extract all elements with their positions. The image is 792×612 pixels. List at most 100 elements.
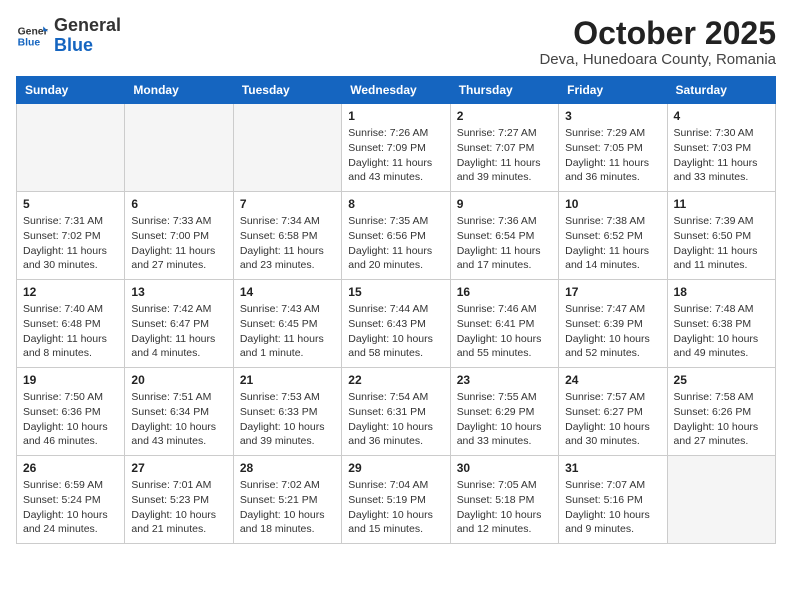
- logo-icon: General Blue: [16, 20, 48, 52]
- day-number: 24: [565, 373, 660, 387]
- day-info: Sunrise: 7:53 AM Sunset: 6:33 PM Dayligh…: [240, 390, 335, 449]
- day-number: 25: [674, 373, 769, 387]
- day-header: Wednesday: [342, 77, 450, 104]
- day-info: Sunrise: 7:47 AM Sunset: 6:39 PM Dayligh…: [565, 302, 660, 361]
- day-number: 14: [240, 285, 335, 299]
- logo: General Blue General Blue: [16, 16, 121, 56]
- day-info: Sunrise: 7:07 AM Sunset: 5:16 PM Dayligh…: [565, 478, 660, 537]
- calendar-cell: 26 Sunrise: 6:59 AM Sunset: 5:24 PM Dayli…: [17, 456, 125, 544]
- day-number: 7: [240, 197, 335, 211]
- header: General Blue General Blue October 2025 D…: [16, 16, 776, 68]
- calendar-cell: 22Sunrise: 7:54 AM Sunset: 6:31 PM Dayli…: [342, 368, 450, 456]
- logo-general-text: General: [54, 15, 121, 35]
- calendar-cell: 11 Sunrise: 7:39 AM Sunset: 6:50 PM Dayli…: [667, 192, 775, 280]
- calendar-cell: 6 Sunrise: 7:33 AM Sunset: 7:00 PM Daylig…: [125, 192, 233, 280]
- day-info: Sunrise: 7:34 AM Sunset: 6:58 PM Dayligh…: [240, 214, 335, 273]
- day-info: Sunrise: 7:40 AM Sunset: 6:48 PM Dayligh…: [23, 302, 118, 361]
- week-row: 26 Sunrise: 6:59 AM Sunset: 5:24 PM Dayli…: [17, 456, 776, 544]
- calendar-cell: 16Sunrise: 7:46 AM Sunset: 6:41 PM Dayli…: [450, 280, 558, 368]
- day-info: Sunrise: 7:33 AM Sunset: 7:00 PM Dayligh…: [131, 214, 226, 273]
- calendar-cell: 5 Sunrise: 7:31 AM Sunset: 7:02 PM Daylig…: [17, 192, 125, 280]
- day-info: Sunrise: 7:29 AM Sunset: 7:05 PM Dayligh…: [565, 126, 660, 185]
- week-row: 12 Sunrise: 7:40 AM Sunset: 6:48 PM Dayli…: [17, 280, 776, 368]
- day-number: 4: [674, 109, 769, 123]
- month-title: October 2025: [539, 16, 776, 51]
- logo-blue-text: Blue: [54, 35, 93, 55]
- day-info: Sunrise: 7:57 AM Sunset: 6:27 PM Dayligh…: [565, 390, 660, 449]
- day-number: 11: [674, 197, 769, 211]
- day-info: Sunrise: 7:26 AM Sunset: 7:09 PM Dayligh…: [348, 126, 443, 185]
- week-row: 19 Sunrise: 7:50 AM Sunset: 6:36 PM Dayli…: [17, 368, 776, 456]
- day-info: Sunrise: 7:55 AM Sunset: 6:29 PM Dayligh…: [457, 390, 552, 449]
- calendar-cell: [125, 104, 233, 192]
- calendar-cell: 2 Sunrise: 7:27 AM Sunset: 7:07 PM Daylig…: [450, 104, 558, 192]
- day-info: Sunrise: 7:42 AM Sunset: 6:47 PM Dayligh…: [131, 302, 226, 361]
- day-number: 18: [674, 285, 769, 299]
- day-header: Friday: [559, 77, 667, 104]
- calendar-cell: 17 Sunrise: 7:47 AM Sunset: 6:39 PM Dayli…: [559, 280, 667, 368]
- day-number: 5: [23, 197, 118, 211]
- day-number: 20: [131, 373, 226, 387]
- day-info: Sunrise: 7:02 AM Sunset: 5:21 PM Dayligh…: [240, 478, 335, 537]
- day-number: 28: [240, 461, 335, 475]
- calendar-cell: [667, 456, 775, 544]
- calendar-cell: 28 Sunrise: 7:02 AM Sunset: 5:21 PM Dayli…: [233, 456, 341, 544]
- day-number: 27: [131, 461, 226, 475]
- calendar-cell: 8Sunrise: 7:35 AM Sunset: 6:56 PM Daylig…: [342, 192, 450, 280]
- day-number: 19: [23, 373, 118, 387]
- day-info: Sunrise: 7:43 AM Sunset: 6:45 PM Dayligh…: [240, 302, 335, 361]
- day-info: Sunrise: 7:30 AM Sunset: 7:03 PM Dayligh…: [674, 126, 769, 185]
- title-area: October 2025 Deva, Hunedoara County, Rom…: [539, 16, 776, 68]
- day-number: 30: [457, 461, 552, 475]
- day-number: 21: [240, 373, 335, 387]
- day-info: Sunrise: 7:35 AM Sunset: 6:56 PM Dayligh…: [348, 214, 443, 273]
- day-number: 9: [457, 197, 552, 211]
- calendar-cell: [17, 104, 125, 192]
- day-number: 29: [348, 461, 443, 475]
- day-info: Sunrise: 7:50 AM Sunset: 6:36 PM Dayligh…: [23, 390, 118, 449]
- calendar-cell: 24 Sunrise: 7:57 AM Sunset: 6:27 PM Dayli…: [559, 368, 667, 456]
- calendar-cell: 30 Sunrise: 7:05 AM Sunset: 5:18 PM Dayli…: [450, 456, 558, 544]
- calendar-cell: 29 Sunrise: 7:04 AM Sunset: 5:19 PM Dayli…: [342, 456, 450, 544]
- day-number: 2: [457, 109, 552, 123]
- calendar-cell: 3 Sunrise: 7:29 AM Sunset: 7:05 PM Daylig…: [559, 104, 667, 192]
- calendar-cell: 9 Sunrise: 7:36 AM Sunset: 6:54 PM Daylig…: [450, 192, 558, 280]
- day-number: 12: [23, 285, 118, 299]
- calendar-cell: 27 Sunrise: 7:01 AM Sunset: 5:23 PM Dayli…: [125, 456, 233, 544]
- day-header: Saturday: [667, 77, 775, 104]
- day-info: Sunrise: 7:05 AM Sunset: 5:18 PM Dayligh…: [457, 478, 552, 537]
- calendar-cell: 7 Sunrise: 7:34 AM Sunset: 6:58 PM Daylig…: [233, 192, 341, 280]
- day-number: 26: [23, 461, 118, 475]
- week-row: 5 Sunrise: 7:31 AM Sunset: 7:02 PM Daylig…: [17, 192, 776, 280]
- calendar-cell: 15Sunrise: 7:44 AM Sunset: 6:43 PM Dayli…: [342, 280, 450, 368]
- calendar-cell: [233, 104, 341, 192]
- calendar-cell: 21 Sunrise: 7:53 AM Sunset: 6:33 PM Dayli…: [233, 368, 341, 456]
- day-header: Thursday: [450, 77, 558, 104]
- week-row: 1 Sunrise: 7:26 AM Sunset: 7:09 PM Daylig…: [17, 104, 776, 192]
- day-info: Sunrise: 7:04 AM Sunset: 5:19 PM Dayligh…: [348, 478, 443, 537]
- day-number: 23: [457, 373, 552, 387]
- day-number: 3: [565, 109, 660, 123]
- day-header: Tuesday: [233, 77, 341, 104]
- calendar-cell: 19 Sunrise: 7:50 AM Sunset: 6:36 PM Dayli…: [17, 368, 125, 456]
- day-number: 10: [565, 197, 660, 211]
- day-number: 13: [131, 285, 226, 299]
- day-info: Sunrise: 7:39 AM Sunset: 6:50 PM Dayligh…: [674, 214, 769, 273]
- calendar-cell: 25 Sunrise: 7:58 AM Sunset: 6:26 PM Dayli…: [667, 368, 775, 456]
- day-info: Sunrise: 7:31 AM Sunset: 7:02 PM Dayligh…: [23, 214, 118, 273]
- day-info: Sunrise: 7:01 AM Sunset: 5:23 PM Dayligh…: [131, 478, 226, 537]
- day-info: Sunrise: 6:59 AM Sunset: 5:24 PM Dayligh…: [23, 478, 118, 537]
- day-info: Sunrise: 7:27 AM Sunset: 7:07 PM Dayligh…: [457, 126, 552, 185]
- day-number: 1: [348, 109, 443, 123]
- calendar-cell: 20Sunrise: 7:51 AM Sunset: 6:34 PM Dayli…: [125, 368, 233, 456]
- day-number: 22: [348, 373, 443, 387]
- day-number: 17: [565, 285, 660, 299]
- day-number: 16: [457, 285, 552, 299]
- day-number: 6: [131, 197, 226, 211]
- header-row: SundayMondayTuesdayWednesdayThursdayFrid…: [17, 77, 776, 104]
- day-info: Sunrise: 7:36 AM Sunset: 6:54 PM Dayligh…: [457, 214, 552, 273]
- day-info: Sunrise: 7:58 AM Sunset: 6:26 PM Dayligh…: [674, 390, 769, 449]
- day-header: Sunday: [17, 77, 125, 104]
- day-info: Sunrise: 7:38 AM Sunset: 6:52 PM Dayligh…: [565, 214, 660, 273]
- calendar-cell: 23 Sunrise: 7:55 AM Sunset: 6:29 PM Dayli…: [450, 368, 558, 456]
